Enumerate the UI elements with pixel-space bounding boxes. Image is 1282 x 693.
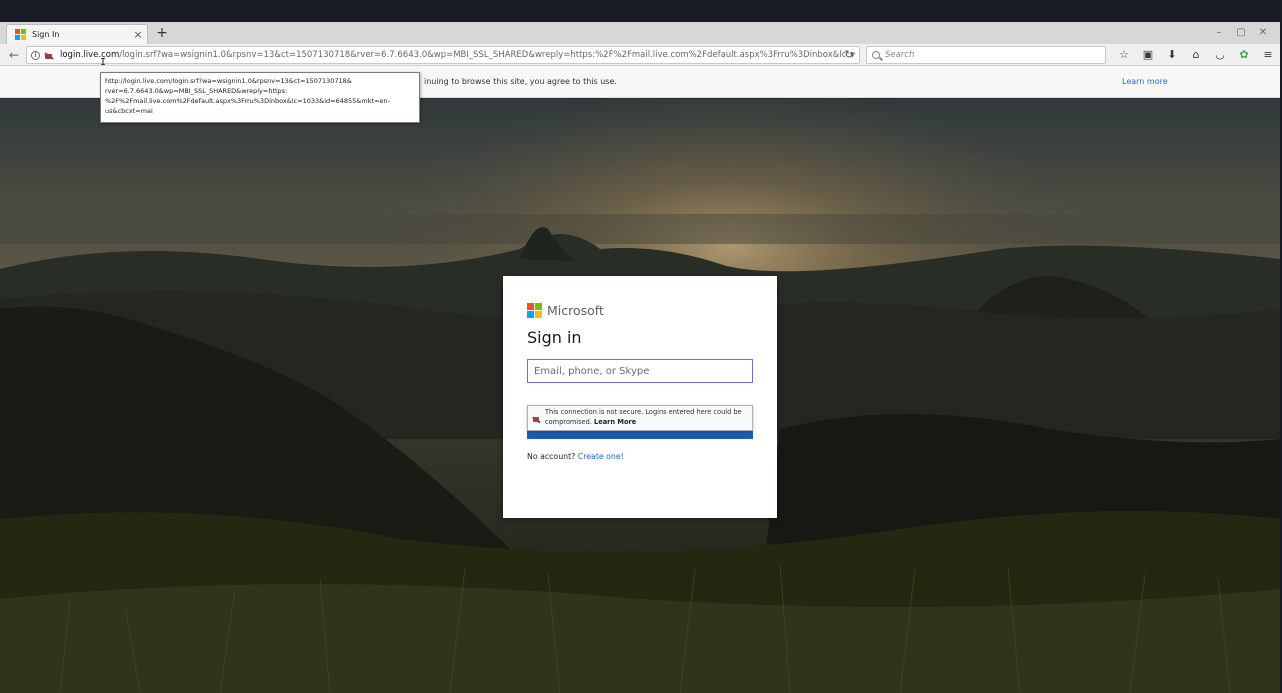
minimize-button[interactable]: – [1208,22,1230,44]
close-window-button[interactable]: ✕ [1252,22,1274,44]
brand-name: Microsoft [547,302,604,318]
brand: Microsoft [527,302,753,318]
warning-message: This connection is not secure. Logins en… [545,408,742,426]
star-icon[interactable]: ☆ [1112,46,1136,64]
url-text[interactable]: login.live.com/login.srf?wa=wsignin1.0&r… [60,50,845,60]
restore-button[interactable]: ▢ [1230,22,1252,44]
tab-sign-in[interactable]: Sign In × [6,24,148,44]
signin-card: Microsoft Sign in [503,276,777,518]
tooltip-line: us&cbcxt=mai [105,107,153,115]
reload-icon[interactable]: ↻ [841,47,857,63]
tooltip-line: rver=6.7.6643.0&wp=MBI_SSL_SHARED&wreply… [105,87,288,95]
new-tab-button[interactable]: + [154,24,170,42]
toolbar-icons: ☆ ▣ ⬇ ⌂ ◡ ✿ ≡ [1112,46,1280,64]
close-tab-icon[interactable]: × [129,28,147,41]
tab-strip: Sign In × + – ▢ ✕ [0,22,1280,44]
insecure-login-warning: This connection is not secure. Logins en… [527,405,753,431]
email-field[interactable] [527,359,753,383]
info-icon[interactable]: i [31,50,40,60]
search-bar[interactable]: Search [866,46,1106,64]
url-host: login.live.com [60,50,120,60]
learn-more-link[interactable]: Learn more [1122,77,1168,86]
clipboard-icon[interactable]: ▣ [1136,46,1160,64]
pocket-icon[interactable]: ◡ [1208,46,1232,64]
create-account-link[interactable]: Create one! [578,452,624,461]
url-bar[interactable]: i login.live.com/login.srf?wa=wsignin1.0… [26,46,860,64]
next-button[interactable] [527,431,753,439]
no-account-text: No account? [527,452,576,461]
extension-icon[interactable]: ✿ [1232,46,1256,64]
insecure-lock-icon [532,414,541,423]
signin-title: Sign in [527,328,582,347]
menu-icon[interactable]: ≡ [1256,46,1280,64]
search-placeholder: Search [885,50,915,60]
cookie-notice-text: inuing to browse this site, you agree to… [424,77,617,86]
microsoft-logo-icon [527,302,542,318]
url-tooltip: http://login.live.com/login.srf?wa=wsign… [100,72,420,123]
tooltip-line: http://login.live.com/login.srf?wa=wsign… [105,77,352,85]
window-controls: – ▢ ✕ [1208,22,1274,44]
screen-top-band [0,0,1282,22]
text-cursor-icon: I [100,57,107,68]
navigation-bar: ← i login.live.com/login.srf?wa=wsignin1… [0,44,1280,66]
tab-title: Sign In [32,30,60,39]
download-icon[interactable]: ⬇ [1160,46,1184,64]
home-icon[interactable]: ⌂ [1184,46,1208,64]
url-path: /login.srf?wa=wsignin1.0&rpsnv=13&ct=150… [119,50,845,60]
tooltip-line: %2F%2Fmail.live.com%2Fdefault.aspx%3Frru… [105,97,390,105]
browser-window: Sign In × + – ▢ ✕ ← i login.live.com/log… [0,22,1280,693]
warning-learn-more-link[interactable]: Learn More [594,418,636,426]
search-icon [872,51,880,59]
no-account-row: No account? Create one! [527,452,624,461]
microsoft-logo-icon [15,29,26,40]
insecure-lock-icon[interactable] [44,50,54,60]
back-arrow-icon[interactable]: ← [6,47,22,63]
warning-text: This connection is not secure. Logins en… [545,408,748,428]
